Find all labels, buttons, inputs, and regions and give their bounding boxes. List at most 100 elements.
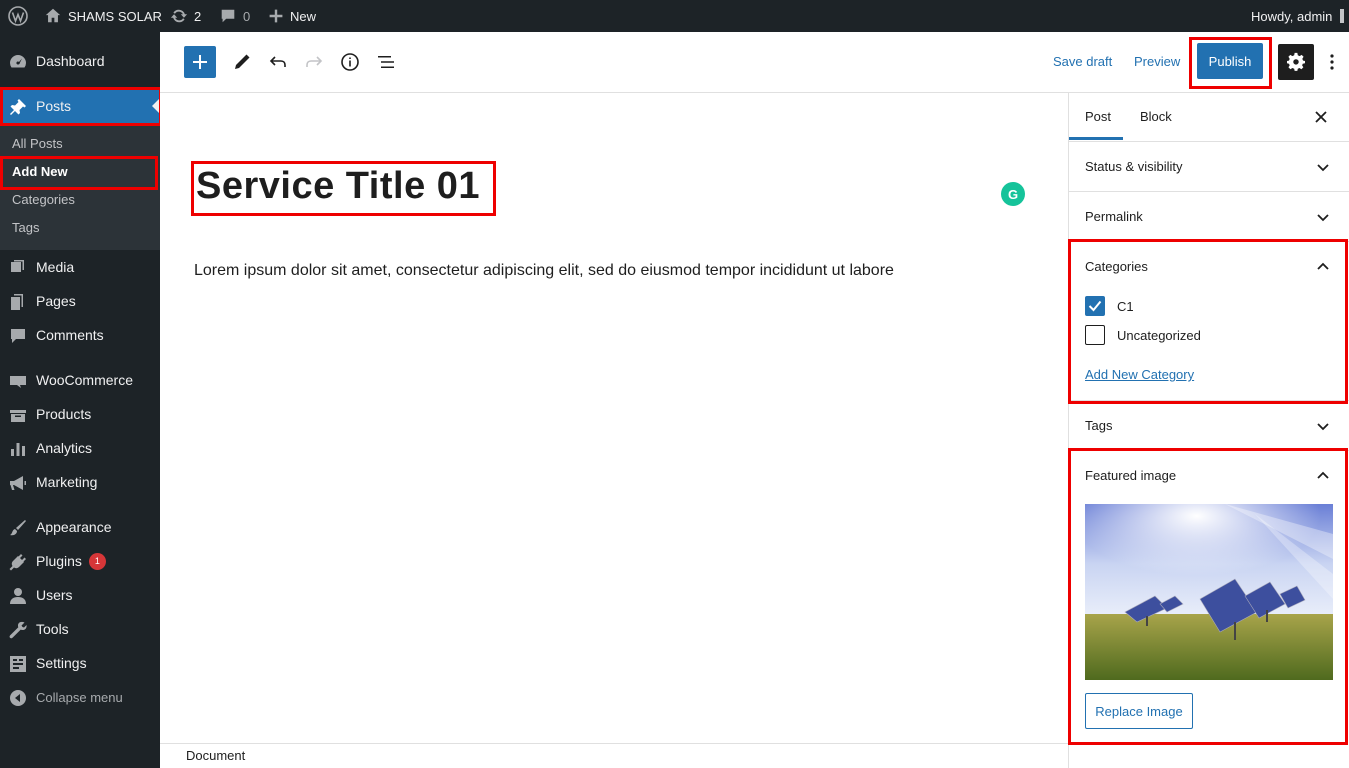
sidebar-item-label: Media — [36, 259, 75, 275]
plugin-icon — [8, 552, 28, 572]
sidebar-item-settings[interactable]: Settings — [0, 646, 160, 680]
save-draft-button[interactable]: Save draft — [1053, 54, 1112, 69]
tools-button[interactable] — [226, 46, 258, 78]
avatar — [1340, 9, 1345, 23]
grammarly-icon[interactable]: G — [1001, 182, 1025, 206]
settings-sidebar: Post Block Status & visibility Permalink… — [1068, 93, 1349, 768]
sidebar-item-label: Collapse menu — [36, 689, 123, 705]
tab-post[interactable]: Post — [1068, 93, 1124, 140]
collapse-menu-button[interactable]: Collapse menu — [0, 680, 160, 714]
settings-icon — [8, 654, 28, 674]
paragraph-block[interactable]: Lorem ipsum dolor sit amet, consectetur … — [194, 262, 894, 280]
sidebar-item-label: Users — [36, 587, 73, 603]
sidebar-item-products[interactable]: Products — [0, 397, 160, 431]
submenu-tags[interactable]: Tags — [12, 218, 39, 238]
sidebar-item-plugins[interactable]: Plugins 1 — [0, 544, 160, 578]
comments-link[interactable]: 0 — [219, 0, 250, 32]
panel-title: Categories — [1085, 259, 1148, 274]
site-name-link[interactable]: SHAMS SOLAR — [44, 0, 162, 32]
panel-categories[interactable]: Categories — [1069, 241, 1349, 291]
category-checkbox-uncategorized[interactable] — [1085, 325, 1105, 345]
chevron-down-icon — [1317, 164, 1329, 172]
sidebar-item-tools[interactable]: Tools — [0, 612, 160, 646]
block-inserter-button[interactable] — [184, 46, 216, 78]
comment-bubble-icon — [221, 9, 235, 23]
redo-icon — [306, 56, 323, 67]
panel-title: Featured image — [1085, 468, 1177, 483]
category-label-uncategorized: Uncategorized — [1117, 328, 1201, 343]
submenu-all-posts[interactable]: All Posts — [12, 134, 63, 154]
replace-image-button[interactable]: Replace Image — [1085, 693, 1193, 729]
tab-block[interactable]: Block — [1140, 93, 1172, 140]
category-label-c1: C1 — [1117, 299, 1134, 314]
close-sidebar-button[interactable] — [1309, 105, 1333, 129]
info-icon — [341, 53, 359, 71]
panel-title: Permalink — [1085, 209, 1143, 224]
panel-featured-image[interactable]: Featured image — [1069, 450, 1349, 500]
redo-button[interactable] — [298, 46, 330, 78]
undo-button[interactable] — [262, 46, 294, 78]
analytics-icon — [8, 439, 28, 459]
new-content-link[interactable]: New — [268, 0, 316, 32]
wordpress-logo-icon[interactable] — [8, 0, 28, 32]
comments-icon — [8, 326, 28, 346]
checkmark-icon — [1088, 300, 1102, 312]
howdy-text: Howdy, admin — [1251, 8, 1333, 24]
list-view-button[interactable] — [370, 46, 402, 78]
add-new-category-link[interactable]: Add New Category — [1085, 367, 1194, 382]
sidebar-item-marketing[interactable]: Marketing — [0, 465, 160, 499]
pencil-icon — [235, 54, 250, 69]
category-checkbox-c1[interactable] — [1085, 296, 1105, 316]
sidebar-item-label: Tools — [36, 621, 69, 637]
new-label: New — [290, 8, 317, 24]
posts-submenu: All Posts Add New Categories Tags — [0, 125, 160, 250]
settings-toggle-button[interactable] — [1278, 44, 1314, 80]
megaphone-icon — [8, 473, 28, 493]
sidebar-item-pages[interactable]: Pages — [0, 284, 160, 318]
users-icon — [8, 586, 28, 606]
submenu-add-new[interactable]: Add New — [12, 162, 68, 182]
sidebar-item-label: Comments — [36, 327, 104, 343]
sidebar-item-label: Dashboard — [36, 53, 105, 69]
panel-permalink[interactable]: Permalink — [1069, 191, 1349, 241]
sidebar-item-label: WooCommerce — [36, 372, 133, 388]
chevron-up-icon — [1317, 471, 1329, 479]
sidebar-item-appearance[interactable]: Appearance — [0, 510, 160, 544]
updates-icon — [170, 9, 188, 23]
sidebar-item-woocommerce[interactable]: WooCommerce — [0, 363, 160, 397]
block-breadcrumb: Document — [160, 743, 1068, 768]
publish-button[interactable]: Publish — [1197, 43, 1263, 79]
plus-icon — [269, 9, 283, 23]
updates-link[interactable]: 2 — [170, 0, 201, 32]
more-options-button[interactable] — [1320, 46, 1344, 78]
breadcrumb-document[interactable]: Document — [186, 748, 245, 763]
products-icon — [8, 405, 28, 425]
sidebar-item-dashboard[interactable]: Dashboard — [0, 44, 160, 78]
preview-button[interactable]: Preview — [1134, 54, 1180, 69]
post-title-input[interactable]: Service Title 01 — [196, 165, 480, 208]
details-button[interactable] — [334, 46, 366, 78]
chevron-down-icon — [1317, 423, 1329, 431]
sidebar-item-users[interactable]: Users — [0, 578, 160, 612]
media-icon — [8, 258, 28, 278]
home-icon — [45, 8, 61, 23]
my-account-link[interactable]: Howdy, admin — [1251, 0, 1345, 32]
gear-icon — [1286, 52, 1305, 71]
submenu-categories[interactable]: Categories — [12, 190, 75, 210]
plus-icon — [193, 55, 207, 69]
updates-count: 2 — [194, 8, 202, 24]
chevron-up-icon — [1317, 262, 1329, 270]
sidebar-item-posts[interactable]: Posts — [0, 89, 160, 123]
pages-icon — [8, 292, 28, 312]
featured-image-preview[interactable] — [1085, 504, 1333, 680]
admin-bar: SHAMS SOLAR 2 0 New Howdy, admin — [0, 0, 1349, 32]
sidebar-item-media[interactable]: Media — [0, 250, 160, 284]
sidebar-item-comments[interactable]: Comments — [0, 318, 160, 352]
panel-status-visibility[interactable]: Status & visibility — [1069, 141, 1349, 191]
panel-title: Status & visibility — [1085, 159, 1183, 174]
sidebar-item-label: Products — [36, 406, 92, 422]
chevron-down-icon — [1317, 214, 1329, 222]
sidebar-item-analytics[interactable]: Analytics — [0, 431, 160, 465]
vertical-ellipsis-icon — [1330, 54, 1334, 70]
panel-tags[interactable]: Tags — [1069, 400, 1349, 450]
